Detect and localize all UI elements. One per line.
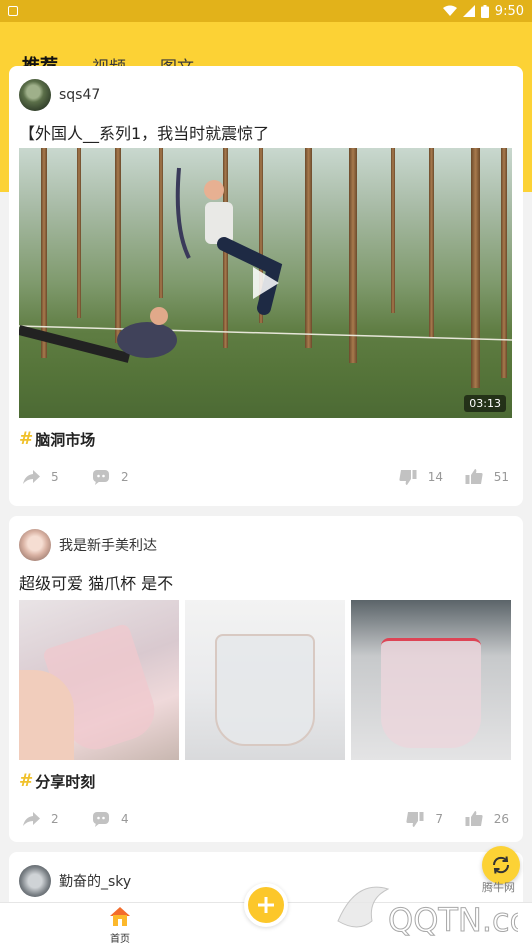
signal-icon [462, 5, 475, 17]
like-count: 51 [493, 470, 509, 484]
post-title[interactable]: 【外国人__系列1，我当时就震惊了 [19, 120, 513, 148]
post-title[interactable]: 超级可爱 猫爪杯 是不 [19, 570, 513, 598]
feed-list[interactable]: sqs47 【外国人__系列1，我当时就震惊了 03:13 # 脑洞市场 5 2… [9, 66, 523, 902]
post-topic[interactable]: # 分享时刻 [19, 760, 513, 802]
watermark-logo: 腾牛网 QQTN.com [337, 880, 518, 940]
comment-count: 2 [121, 470, 129, 484]
watermark-site: QQTN.com [388, 901, 518, 939]
status-bar: 9:50 [0, 0, 532, 22]
video-thumbnail[interactable]: 03:13 [19, 148, 512, 418]
like-count: 26 [493, 812, 509, 826]
notification-app-icon [8, 6, 18, 16]
post-card[interactable]: 我是新手美利达 超级可爱 猫爪杯 是不 # 分享时刻 2 4 7 26 [9, 516, 523, 842]
watermark-brand: 腾牛网 [482, 880, 515, 894]
avatar[interactable] [19, 529, 51, 561]
dislike-button[interactable]: 14 [398, 468, 443, 486]
play-icon[interactable] [252, 267, 279, 299]
post-topic[interactable]: # 脑洞市场 [19, 418, 513, 460]
post-actions: 5 2 14 51 [19, 460, 513, 494]
topic-label[interactable]: 脑洞市场 [35, 429, 95, 450]
like-button[interactable]: 26 [464, 810, 509, 828]
comment-icon [93, 812, 109, 827]
share-count: 5 [51, 470, 59, 484]
topic-label[interactable]: 分享时刻 [35, 771, 95, 792]
hashtag-icon: # [19, 429, 34, 449]
nav-home-label: 首页 [110, 934, 130, 945]
dislike-count: 14 [427, 470, 443, 484]
video-duration: 03:13 [464, 395, 506, 412]
share-icon [23, 812, 40, 826]
post-author-row[interactable]: sqs47 [19, 66, 513, 124]
comment-button[interactable]: 4 [91, 810, 129, 828]
share-count: 2 [51, 812, 59, 826]
avatar[interactable] [19, 79, 51, 111]
thumbs-up-icon [465, 811, 483, 826]
post-image[interactable] [351, 600, 511, 760]
wifi-icon [442, 5, 457, 16]
author-name[interactable]: 我是新手美利达 [59, 535, 157, 555]
like-button[interactable]: 51 [464, 468, 509, 486]
post-card[interactable]: sqs47 【外国人__系列1，我当时就震惊了 03:13 # 脑洞市场 5 2… [9, 66, 523, 506]
bottom-nav: 首页 腾牛网 QQTN.com [0, 880, 532, 946]
share-button[interactable]: 2 [21, 810, 59, 828]
share-button[interactable]: 5 [21, 468, 59, 486]
author-name[interactable]: 勤奋的_sky [59, 871, 131, 891]
post-image-grid [19, 600, 513, 760]
nav-home[interactable]: 首页 [100, 905, 140, 945]
post-image[interactable] [19, 600, 179, 760]
dislike-button[interactable]: 7 [405, 810, 443, 828]
publish-button[interactable] [244, 883, 288, 927]
thumbs-down-icon [406, 812, 424, 827]
comment-count: 4 [121, 812, 129, 826]
post-image[interactable] [185, 600, 345, 760]
author-name[interactable]: sqs47 [59, 87, 100, 103]
avatar[interactable] [19, 865, 51, 897]
post-author-row[interactable]: 我是新手美利达 [19, 516, 513, 574]
status-time: 9:50 [494, 3, 524, 19]
battery-icon [480, 4, 489, 18]
home-icon [110, 907, 130, 926]
comment-button[interactable]: 2 [91, 468, 129, 486]
plus-icon [258, 897, 274, 913]
share-icon [23, 470, 40, 484]
thumbs-down-icon [399, 470, 417, 485]
post-actions: 2 4 7 26 [19, 802, 513, 836]
dislike-count: 7 [435, 812, 443, 826]
thumbs-up-icon [465, 469, 483, 484]
comment-icon [93, 470, 109, 485]
hashtag-icon: # [19, 771, 34, 791]
